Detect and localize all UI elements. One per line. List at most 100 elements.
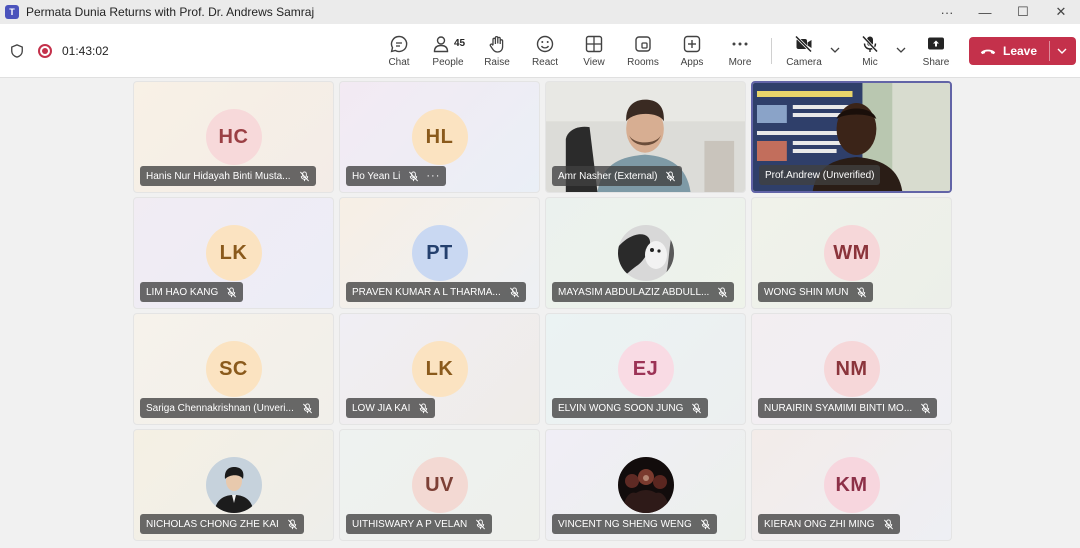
view-button[interactable]: View (580, 24, 608, 78)
leave-button[interactable]: Leave (969, 37, 1076, 65)
participant-tile[interactable]: VINCENT NG SHENG WENG (545, 429, 746, 541)
avatar: HL (411, 109, 468, 165)
avatar: SC (205, 341, 262, 397)
participant-name: VINCENT NG SHENG WENG (558, 518, 692, 530)
participant-name-tag: MAYASIM ABDULAZIZ ABDULL... (552, 282, 735, 302)
participant-name: MAYASIM ABDULAZIZ ABDULL... (558, 286, 710, 298)
mic-off-icon (718, 286, 728, 297)
participant-name-tag: Prof.Andrew (Unverified) (759, 165, 881, 185)
avatar: LK (205, 225, 262, 281)
participant-name-tag: VINCENT NG SHENG WENG (552, 514, 717, 534)
apps-button[interactable]: Apps (678, 24, 706, 78)
rooms-button[interactable]: Rooms (626, 24, 660, 78)
chat-icon (390, 35, 408, 53)
chat-button[interactable]: Chat (383, 24, 415, 78)
mic-off-icon (476, 518, 486, 529)
grid-view-icon (585, 35, 603, 53)
participant-name-tag: KIERAN ONG ZHI MING (758, 514, 900, 534)
participant-tile[interactable]: HL Ho Yean Li ··· (339, 81, 540, 193)
participant-name-tag: NICHOLAS CHONG ZHE KAI (140, 514, 304, 534)
smile-icon (536, 35, 554, 53)
mic-off-icon (700, 518, 710, 529)
raise-hand-icon (489, 36, 504, 53)
hang-up-icon (980, 49, 996, 55)
recording-icon (38, 44, 52, 58)
react-label: React (531, 57, 559, 68)
participant-tile[interactable]: EJ ELVIN WONG SOON JUNG (545, 313, 746, 425)
raise-label: Raise (484, 57, 510, 68)
participant-name: NICHOLAS CHONG ZHE KAI (146, 518, 279, 530)
toolbar-divider (771, 38, 772, 64)
mic-off-icon (299, 170, 309, 181)
participant-tile[interactable]: LK LOW JIA KAI (339, 313, 540, 425)
participant-name: WONG SHIN MUN (764, 286, 849, 298)
participant-name: Amr Nasher (External) (558, 170, 658, 182)
window-title: Permata Dunia Returns with Prof. Dr. And… (26, 5, 315, 19)
participant-name-tag: NURAIRIN SYAMIMI BINTI MO... (758, 398, 938, 418)
camera-label: Camera (786, 57, 822, 68)
participant-tile[interactable]: LK LIM HAO KANG (133, 197, 334, 309)
mic-off-icon (302, 402, 312, 413)
participant-name: Hanis Nur Hidayah Binti Musta... (146, 170, 291, 182)
participant-tile[interactable]: NM NURAIRIN SYAMIMI BINTI MO... (751, 313, 952, 425)
share-button[interactable]: Share (920, 24, 952, 78)
people-icon (433, 36, 449, 53)
avatar: KM (823, 457, 880, 513)
participant-name: UITHISWARY A P VELAN (352, 518, 468, 530)
raise-hand-button[interactable]: Raise (482, 24, 512, 78)
mic-off-icon (227, 286, 237, 297)
participant-name: ELVIN WONG SOON JUNG (558, 402, 684, 414)
participant-name-tag: Sariga Chennakrishnan (Unveri... (140, 398, 319, 418)
mic-off-icon (857, 286, 867, 297)
mic-off-icon (921, 402, 931, 413)
participant-name: PRAVEN KUMAR A L THARMA... (352, 286, 501, 298)
close-icon[interactable]: ✕ (1042, 0, 1080, 24)
participant-name-tag: LIM HAO KANG (140, 282, 244, 302)
participant-name: Sariga Chennakrishnan (Unveri... (146, 402, 294, 414)
participant-tile[interactable]: PT PRAVEN KUMAR A L THARMA... (339, 197, 540, 309)
view-label: View (583, 57, 605, 68)
mic-options-chevron-icon[interactable] (895, 44, 907, 56)
people-button[interactable]: 45 People (430, 24, 466, 78)
mic-button[interactable]: Mic (855, 24, 885, 78)
participant-tile[interactable]: WM WONG SHIN MUN (751, 197, 952, 309)
participant-tile[interactable]: Amr Nasher (External) (545, 81, 746, 193)
participant-tile[interactable]: HC Hanis Nur Hidayah Binti Musta... (133, 81, 334, 193)
participant-tile[interactable]: Prof.Andrew (Unverified) (751, 81, 952, 193)
participant-tile[interactable]: UV UITHISWARY A P VELAN (339, 429, 540, 541)
mic-label: Mic (862, 57, 878, 68)
people-count: 45 (454, 38, 466, 49)
avatar-photo (617, 225, 674, 281)
window-controls: ··· — ☐ ✕ (928, 0, 1080, 24)
leave-label: Leave (1003, 44, 1038, 58)
participant-name: LOW JIA KAI (352, 402, 411, 414)
avatar: HC (205, 109, 262, 165)
rooms-label: Rooms (627, 57, 659, 68)
participant-tile[interactable]: MAYASIM ABDULAZIZ ABDULL... (545, 197, 746, 309)
participant-name-tag: Ho Yean Li ··· (346, 166, 447, 186)
leave-options-chevron-icon[interactable] (1056, 45, 1068, 57)
meeting-timer: 01:43:02 (62, 44, 109, 58)
participant-tile[interactable]: SC Sariga Chennakrishnan (Unveri... (133, 313, 334, 425)
mic-off-icon (666, 170, 676, 181)
add-apps-icon (683, 35, 701, 53)
camera-off-icon (794, 35, 813, 53)
camera-button[interactable]: Camera (784, 24, 824, 78)
minimize-icon[interactable]: — (966, 0, 1004, 24)
participant-more-icon[interactable]: ··· (426, 170, 440, 182)
title-bar: T Permata Dunia Returns with Prof. Dr. A… (0, 0, 1080, 24)
share-label: Share (922, 57, 950, 68)
rooms-icon (635, 36, 651, 52)
more-button[interactable]: More (726, 24, 754, 78)
shield-icon[interactable] (10, 44, 24, 58)
ellipsis-icon[interactable]: ··· (928, 0, 966, 24)
participant-tile[interactable]: KM KIERAN ONG ZHI MING (751, 429, 952, 541)
participant-tile[interactable]: NICHOLAS CHONG ZHE KAI (133, 429, 334, 541)
avatar: LK (411, 341, 468, 397)
maximize-icon[interactable]: ☐ (1004, 0, 1042, 24)
participant-name: KIERAN ONG ZHI MING (764, 518, 875, 530)
camera-options-chevron-icon[interactable] (829, 44, 841, 56)
mic-off-icon (509, 286, 519, 297)
react-button[interactable]: React (530, 24, 560, 78)
apps-label: Apps (680, 57, 704, 68)
